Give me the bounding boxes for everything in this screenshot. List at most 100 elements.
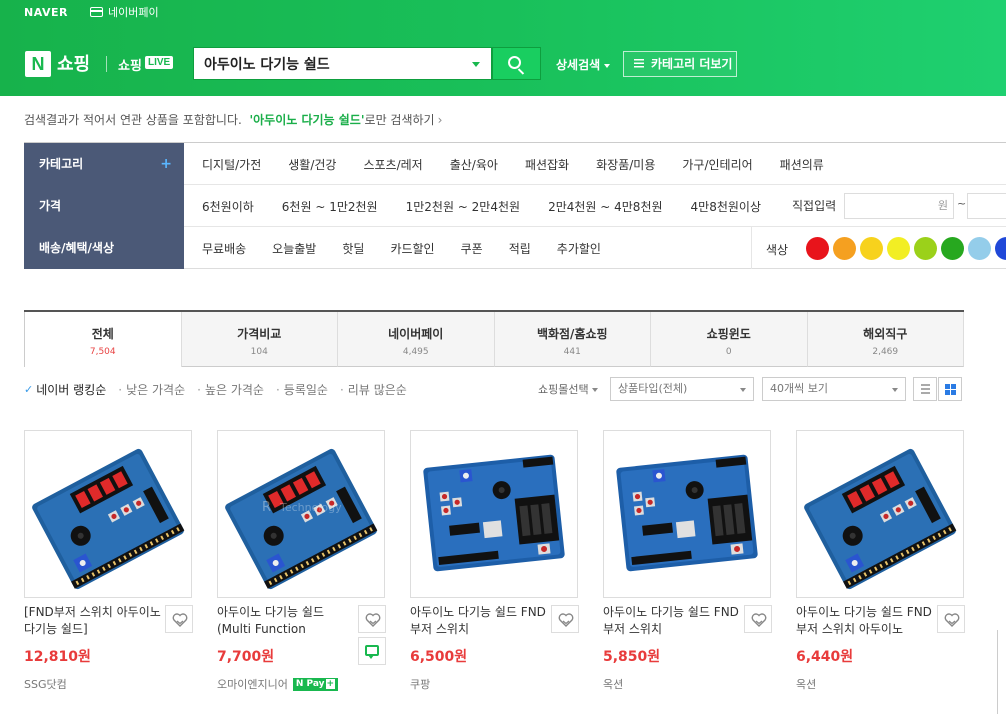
product-mall-row: SSG닷컴 <box>24 676 192 692</box>
category-filter-items: 디지털/가전 생활/건강 스포츠/레저 출산/육아 패션잡화 화장품/미용 가구… <box>202 143 851 185</box>
price-option[interactable]: 1만2천원 ~ 2만4천원 <box>406 198 520 215</box>
price-option[interactable]: 6천원이하 <box>202 198 254 215</box>
category-option[interactable]: 가구/인테리어 <box>682 156 752 173</box>
product-thumbnail[interactable] <box>796 430 964 598</box>
wishlist-button[interactable] <box>358 605 386 633</box>
thumbnail-watermark: R <box>262 500 271 515</box>
color-swatch-skyblue[interactable] <box>968 237 991 260</box>
sort-high-price[interactable]: 높은 가격순 <box>205 381 264 398</box>
card-icon <box>89 7 103 17</box>
detail-search-button[interactable]: 상세검색 <box>556 56 611 73</box>
wishlist-button[interactable] <box>551 605 579 633</box>
naver-logo-icon[interactable]: N <box>25 51 51 77</box>
sort-ranking[interactable]: 네이버 랭킹순 <box>36 381 106 398</box>
related-results-notice: 검색결과가 적어서 연관 상품을 포함합니다. '아두이노 다기능 쉴드'로만 … <box>24 111 442 128</box>
benefit-option[interactable]: 추가할인 <box>557 240 601 257</box>
product-mall[interactable]: SSG닷컴 <box>24 676 67 692</box>
product-title[interactable]: 아두이노 다기능 쉴드 FND부저 스위치 <box>603 604 743 638</box>
tab-naverpay[interactable]: 네이버페이 4,495 <box>338 312 495 367</box>
search-button[interactable] <box>492 47 541 80</box>
sort-bar: ✓ 네이버 랭킹순 · 낮은 가격순 · 높은 가격순 · 등록일순 · 리뷰 많은순 … <box>24 377 964 401</box>
max-price-input[interactable] <box>967 193 1006 219</box>
benefit-option[interactable]: 쿠폰 <box>461 240 483 257</box>
heart-icon <box>751 613 767 627</box>
search-icon <box>508 56 521 69</box>
search-input[interactable] <box>194 48 454 79</box>
product-card: [FND부저 스위치 아두이노 다기능 쉴드] 12,810원 SSG닷컴 <box>24 430 193 692</box>
wishlist-button[interactable] <box>744 605 772 633</box>
color-swatch-red[interactable] <box>806 237 829 260</box>
tab-price-compare[interactable]: 가격비교 104 <box>181 312 338 367</box>
price-option[interactable]: 2만4천원 ~ 4만8천원 <box>548 198 662 215</box>
autocomplete-toggle-icon[interactable] <box>472 62 480 67</box>
category-option[interactable]: 스포츠/레저 <box>363 156 422 173</box>
sort-reviews[interactable]: 리뷰 많은순 <box>348 381 407 398</box>
grid-view-icon <box>945 384 956 395</box>
tab-count: 2,469 <box>872 347 899 357</box>
product-title[interactable]: [FND부저 스위치 아두이노 다기능 쉴드] <box>24 604 164 638</box>
naver-link[interactable]: NAVER <box>24 6 68 19</box>
product-mall[interactable]: 쿠팡 <box>410 676 430 692</box>
product-type-select[interactable]: 상품타입(전체) <box>610 377 754 401</box>
tab-overseas[interactable]: 해외직구 2,469 <box>807 312 964 367</box>
color-swatch-lemon[interactable] <box>887 237 910 260</box>
benefit-option[interactable]: 핫딜 <box>342 240 364 257</box>
benefit-option[interactable]: 카드할인 <box>390 240 434 257</box>
category-option[interactable]: 디지털/가전 <box>202 156 261 173</box>
sort-low-price[interactable]: 낮은 가격순 <box>126 381 185 398</box>
product-thumbnail[interactable]: R Technology <box>217 430 385 598</box>
plus-icon[interactable]: + <box>160 143 172 185</box>
benefit-option[interactable]: 오늘출발 <box>272 240 316 257</box>
category-option[interactable]: 패션의류 <box>780 156 824 173</box>
list-view-button[interactable] <box>913 377 937 401</box>
benefit-option[interactable]: 적립 <box>509 240 531 257</box>
category-option[interactable]: 생활/건강 <box>288 156 336 173</box>
tab-shopping-window[interactable]: 쇼핑윈도 0 <box>651 312 808 367</box>
product-title[interactable]: 아두이노 다기능 쉴드 (Multi Function Shield)/Ar..… <box>217 604 357 638</box>
color-swatch-blue[interactable] <box>995 237 1006 260</box>
min-price-input[interactable]: 원 <box>844 193 954 219</box>
benefit-option[interactable]: 무료배송 <box>202 240 246 257</box>
category-more-button[interactable]: 카테고리 더보기 <box>623 51 737 77</box>
filter-panel: 카테고리 + 디지털/가전 생활/건강 스포츠/레저 출산/육아 패션잡화 화장… <box>24 142 1006 269</box>
price-filter-head: 가격 <box>24 185 184 227</box>
color-swatch-orange[interactable] <box>833 237 856 260</box>
tab-department-store[interactable]: 백화점/홈쇼핑 441 <box>494 312 651 367</box>
product-card: R Technology 아두이노 다기능 쉴드 (Multi Function S… <box>217 430 386 692</box>
category-option[interactable]: 패션잡화 <box>525 156 569 173</box>
price-direct-label: 직접입력 <box>792 199 837 213</box>
wishlist-button[interactable] <box>165 605 193 633</box>
top-links: NAVER 네이버페이 <box>24 4 159 20</box>
product-thumbnail[interactable] <box>24 430 192 598</box>
benefit-filter-head: 배송/혜택/색상 <box>24 227 184 269</box>
page-scrollbar[interactable] <box>997 630 1006 714</box>
product-thumbnail[interactable] <box>603 430 771 598</box>
product-title[interactable]: 아두이노 다기능 쉴드 FND부저 스위치 <box>410 604 550 638</box>
shopping-logo-text[interactable]: 쇼핑 <box>57 50 90 76</box>
naverpay-link[interactable]: 네이버페이 <box>89 4 159 20</box>
color-swatch-lime[interactable] <box>914 237 937 260</box>
product-mall[interactable]: 옥션 <box>603 676 623 692</box>
shopping-live-link[interactable]: 쇼핑 <box>118 55 142 74</box>
category-filter-head[interactable]: 카테고리 + <box>24 143 184 185</box>
mall-select-button[interactable]: 쇼핑몰선택 <box>538 381 598 397</box>
product-mall[interactable]: 옥션 <box>796 676 816 692</box>
wishlist-button[interactable] <box>937 605 965 633</box>
price-option[interactable]: 4만8천원이상 <box>691 198 761 215</box>
product-mall[interactable]: 오마이엔지니어 <box>217 676 288 692</box>
tab-all[interactable]: 전체 7,504 <box>24 312 182 367</box>
product-thumbnail[interactable] <box>410 430 578 598</box>
category-option[interactable]: 화장품/미용 <box>596 156 655 173</box>
product-title[interactable]: 아두이노 다기능 쉴드 FND부저 스위치 아두이노 <box>796 604 936 638</box>
talktalk-button[interactable] <box>358 637 386 665</box>
grid-view-button[interactable] <box>938 377 962 401</box>
price-option[interactable]: 6천원 ~ 1만2천원 <box>282 198 378 215</box>
product-price: 6,440원 <box>796 649 854 665</box>
tab-count: 0 <box>725 347 732 357</box>
color-swatch-yellow[interactable] <box>860 237 883 260</box>
sort-date[interactable]: 등록일순 <box>284 381 328 398</box>
per-page-select[interactable]: 40개씩 보기 <box>762 377 906 401</box>
exact-search-link[interactable]: '아두이노 다기능 쉴드'로만 검색하기 › <box>246 113 442 127</box>
color-swatch-green[interactable] <box>941 237 964 260</box>
category-option[interactable]: 출산/육아 <box>450 156 498 173</box>
